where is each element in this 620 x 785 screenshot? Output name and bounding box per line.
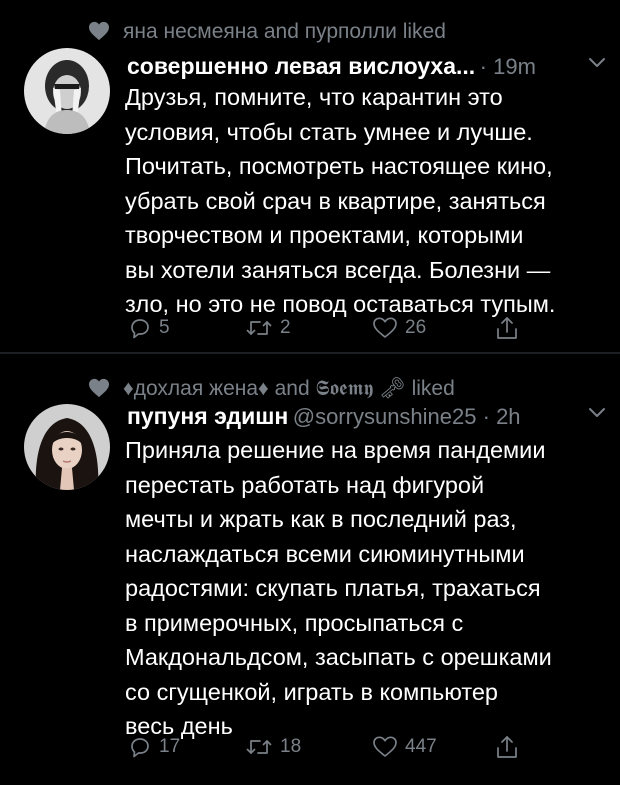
tweet-text-line: радостями: скупать платья, трахаться — [125, 575, 541, 601]
tweet-text-line: Макдональдсом, засыпать с орешками — [125, 644, 552, 670]
retweet-icon — [246, 740, 272, 754]
avatar[interactable] — [24, 48, 110, 134]
retweet-button[interactable]: 2 — [245, 312, 291, 344]
tweet-text-line: Приняла решение на время пандемии — [125, 437, 546, 463]
chevron-down-icon[interactable] — [587, 56, 607, 70]
tweet-text-line: Друзья, помните, что карантин это — [125, 84, 503, 110]
tweet-text-line: со сгущенкой, играть в компьютер — [125, 678, 498, 705]
timestamp-separator: · — [479, 54, 494, 79]
retweet-count: 18 — [280, 736, 302, 757]
timestamp[interactable]: 2h — [496, 404, 520, 429]
avatar-image — [24, 404, 110, 490]
like-icon — [373, 317, 397, 338]
reply-icon — [131, 319, 149, 339]
avatar[interactable] — [24, 404, 110, 490]
tweet-actions: 5 2 26 — [0, 312, 620, 344]
reply-button[interactable]: 5 — [128, 312, 170, 344]
share-icon — [497, 736, 517, 758]
share-icon — [497, 317, 517, 339]
retweet-button[interactable]: 18 — [245, 731, 301, 763]
tweet[interactable]: ♦дохлая жена♦ and 𝕾𝖔𝖊𝖒𝖞 🗝 liked пупуня э… — [0, 354, 620, 785]
reply-icon — [131, 738, 149, 758]
heart-icon — [89, 21, 109, 41]
share-button[interactable] — [495, 731, 519, 763]
tweet-text-line: Почитать, посмотреть настоящее кино, — [125, 153, 553, 179]
retweet-icon — [246, 321, 272, 335]
like-count: 447 — [405, 736, 437, 757]
tweet-text-line: в примерочных, просыпаться с — [125, 609, 464, 636]
like-icon — [373, 736, 397, 757]
heart-icon — [89, 378, 109, 398]
timestamp[interactable]: 19m — [493, 54, 536, 79]
reply-count: 5 — [159, 317, 170, 338]
tweet-text-line: перестать работать над фигурой — [125, 471, 485, 498]
tweet-text-line: мечты и жрать как в последний раз, — [125, 506, 517, 532]
like-button[interactable]: 26 — [372, 312, 426, 344]
tweet-text-line: условия, чтобы стать умнее и лучше. — [125, 118, 533, 145]
timestamp-separator: · — [476, 404, 497, 429]
handle[interactable]: @sorrysunshine25 — [293, 404, 477, 429]
tweet-text-line: вы хотели заняться всегда. Болезни — — [125, 256, 551, 283]
display-name[interactable]: пупуня эдишн — [127, 403, 288, 429]
tweet-actions: 17 18 447 — [0, 731, 620, 763]
retweet-count: 2 — [280, 317, 291, 338]
share-button[interactable] — [495, 312, 519, 344]
tweet-header: совершенно левая вислоуха... · 19m — [127, 48, 607, 84]
avatar-image — [24, 48, 110, 134]
tweet[interactable]: яна несмеяна and пурполли liked совершен… — [0, 0, 620, 352]
tweet-text-line: наслаждаться всеми сиюминутными — [125, 540, 525, 567]
tweet-text: Друзья, помните, что карантин это услови… — [125, 80, 605, 322]
like-count: 26 — [405, 317, 427, 338]
tweet-text: Приняла решение на время пандемии перест… — [125, 433, 605, 744]
display-name[interactable]: совершенно левая вислоуха... — [127, 53, 475, 79]
social-context-text: яна несмеяна and пурполли liked — [123, 20, 446, 43]
tweet-header: пупуня эдишн @sorrysunshine25 · 2h — [127, 398, 607, 434]
reply-button[interactable]: 17 — [128, 731, 180, 763]
tweet-text-line: творчеством и проектами, которыми — [125, 222, 524, 248]
like-button[interactable]: 447 — [372, 731, 437, 763]
reply-count: 17 — [159, 736, 181, 757]
tweet-text-line: убрать свой срач в квартире, заняться — [125, 187, 546, 214]
chevron-down-icon[interactable] — [587, 406, 607, 420]
